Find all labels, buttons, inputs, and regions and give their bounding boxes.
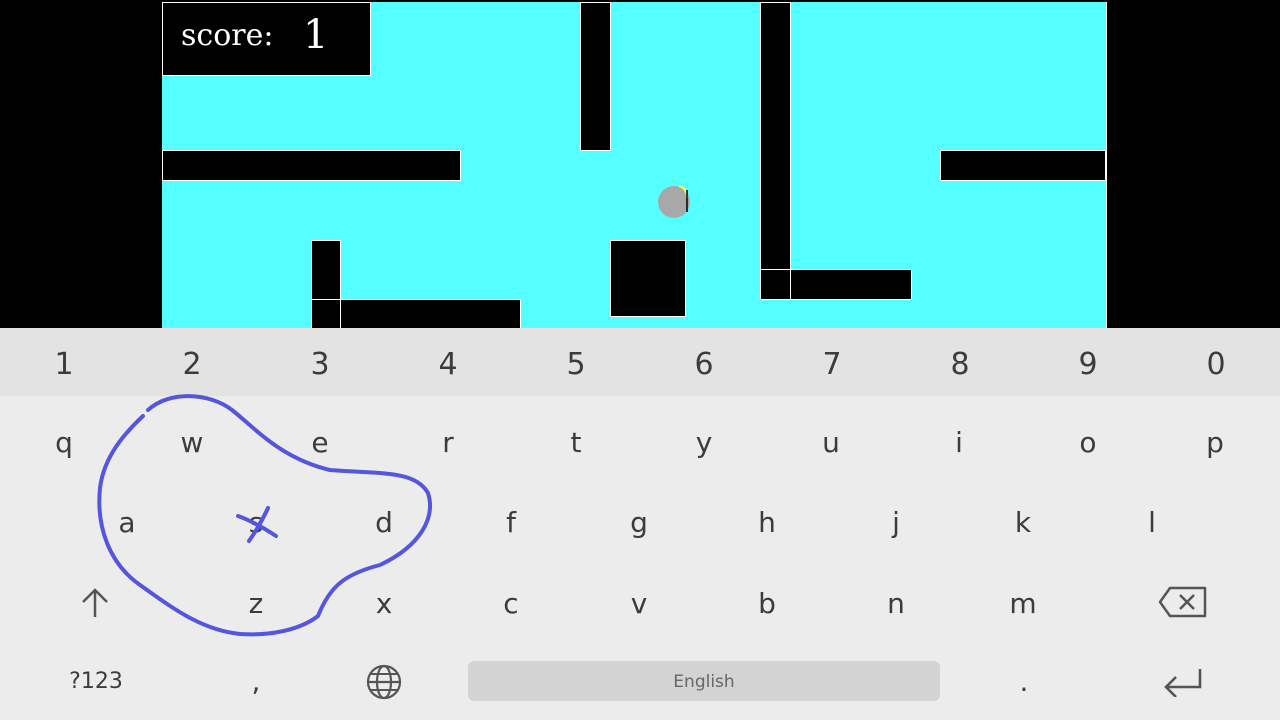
key-n[interactable]: n xyxy=(856,584,936,624)
shift-arrow-icon[interactable] xyxy=(78,586,112,620)
key-t[interactable]: t xyxy=(536,423,616,463)
key-a[interactable]: a xyxy=(87,503,167,543)
key-c[interactable]: c xyxy=(471,584,551,624)
score-label: score: xyxy=(181,18,274,53)
on-screen-keyboard: 1 2 3 4 5 6 7 8 9 0 q w e r t y u i o p … xyxy=(0,328,1280,720)
wall xyxy=(580,2,611,151)
game-area[interactable]: score: 1 xyxy=(162,2,1107,328)
key-h[interactable]: h xyxy=(727,503,807,543)
key-s[interactable]: s xyxy=(216,503,296,543)
wall xyxy=(760,269,791,300)
number-row: 1 2 3 4 5 6 7 8 9 0 xyxy=(0,328,1280,396)
key-q[interactable]: q xyxy=(24,423,104,463)
enter-arrow-icon[interactable] xyxy=(1162,665,1204,697)
wall xyxy=(940,150,1106,181)
key-o[interactable]: o xyxy=(1048,423,1128,463)
wall xyxy=(162,150,461,181)
wall xyxy=(790,269,912,300)
wall xyxy=(311,240,341,300)
wall xyxy=(760,2,791,271)
key-z[interactable]: z xyxy=(216,584,296,624)
globe-icon[interactable] xyxy=(365,663,403,701)
key-b[interactable]: b xyxy=(727,584,807,624)
score-value: 1 xyxy=(303,12,329,58)
backspace-icon[interactable] xyxy=(1158,586,1208,618)
key-8[interactable]: 8 xyxy=(920,345,1000,385)
key-9[interactable]: 9 xyxy=(1048,345,1128,385)
space-bar[interactable]: English xyxy=(468,661,940,701)
key-y[interactable]: y xyxy=(664,423,744,463)
key-e[interactable]: e xyxy=(280,423,360,463)
wall xyxy=(311,299,341,328)
key-w[interactable]: w xyxy=(152,423,232,463)
key-d[interactable]: d xyxy=(344,503,424,543)
ball-glint xyxy=(678,185,688,212)
symbols-key[interactable]: ?123 xyxy=(56,662,136,702)
key-v[interactable]: v xyxy=(599,584,679,624)
key-3[interactable]: 3 xyxy=(280,345,360,385)
key-6[interactable]: 6 xyxy=(664,345,744,385)
key-m[interactable]: m xyxy=(983,584,1063,624)
key-j[interactable]: j xyxy=(856,503,936,543)
key-f[interactable]: f xyxy=(471,503,551,543)
key-i[interactable]: i xyxy=(919,423,999,463)
key-period[interactable]: . xyxy=(984,662,1064,702)
key-l[interactable]: l xyxy=(1112,503,1192,543)
key-x[interactable]: x xyxy=(344,584,424,624)
wall xyxy=(610,240,686,317)
score-panel: score: 1 xyxy=(162,2,371,76)
key-u[interactable]: u xyxy=(791,423,871,463)
key-g[interactable]: g xyxy=(599,503,679,543)
key-comma[interactable]: , xyxy=(216,662,296,702)
key-k[interactable]: k xyxy=(983,503,1063,543)
key-7[interactable]: 7 xyxy=(792,345,872,385)
key-0[interactable]: 0 xyxy=(1176,345,1256,385)
key-5[interactable]: 5 xyxy=(536,345,616,385)
key-4[interactable]: 4 xyxy=(408,345,488,385)
key-2[interactable]: 2 xyxy=(152,345,232,385)
key-r[interactable]: r xyxy=(408,423,488,463)
key-1[interactable]: 1 xyxy=(24,345,104,385)
key-p[interactable]: p xyxy=(1175,423,1255,463)
wall xyxy=(340,299,521,328)
